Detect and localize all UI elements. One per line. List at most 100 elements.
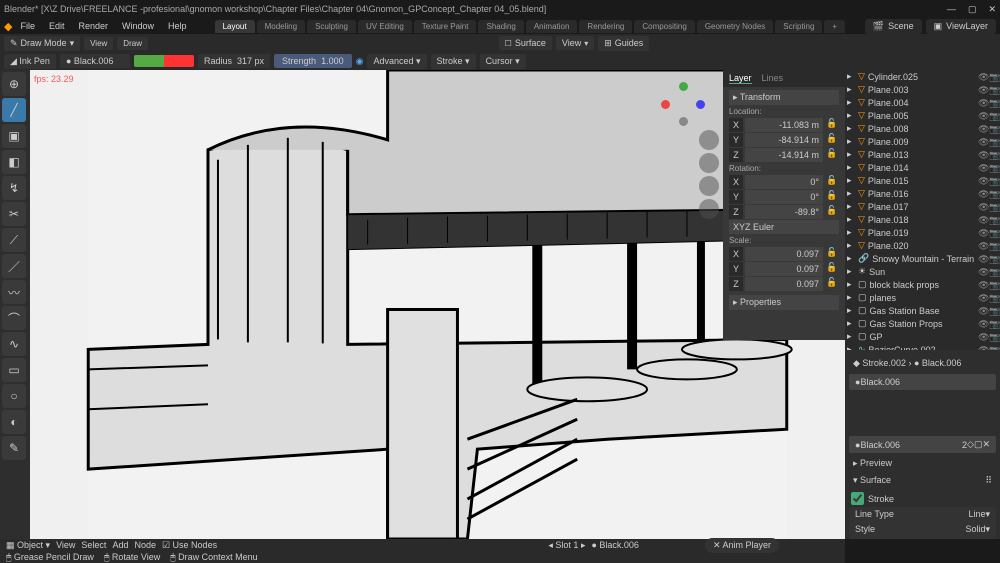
tab-rendering[interactable]: Rendering xyxy=(579,20,632,33)
footer-material[interactable]: ● Black.006 xyxy=(591,540,638,550)
scl-z[interactable]: 0.097 xyxy=(745,277,823,291)
mode-selector[interactable]: ✎Draw Mode▾ xyxy=(4,36,80,51)
rot-y[interactable]: 0° xyxy=(745,190,823,204)
preview-header[interactable]: ▸ Preview xyxy=(849,456,996,471)
lock-icon[interactable]: 🔓 xyxy=(825,118,839,132)
menu-window[interactable]: Window xyxy=(116,21,160,31)
material-slot[interactable]: ● Black.006 xyxy=(60,54,130,68)
transform-header[interactable]: ▸ Transform xyxy=(729,90,839,105)
menu-render[interactable]: Render xyxy=(73,21,115,31)
tab-texpaint[interactable]: Texture Paint xyxy=(414,20,477,33)
surface-toggle[interactable]: ☐ Surface xyxy=(499,36,552,50)
outliner-row[interactable]: ▸▢block black props👁📷 xyxy=(845,278,1000,291)
tool-cutter[interactable]: ✂ xyxy=(2,202,26,226)
outliner-row[interactable]: ▸▢planes👁📷 xyxy=(845,291,1000,304)
outliner[interactable]: ▸▽Cylinder.025👁📷▸▽Plane.003👁📷▸▽Plane.004… xyxy=(845,70,1000,350)
tool-erase[interactable]: ◧ xyxy=(2,150,26,174)
scl-y[interactable]: 0.097 xyxy=(745,262,823,276)
use-nodes[interactable]: ☑ Use Nodes xyxy=(162,540,217,551)
tool-eyedrop[interactable]: ⟋ xyxy=(2,228,26,252)
rot-z[interactable]: -89.8° xyxy=(745,205,823,219)
tool-curve[interactable]: ∿ xyxy=(2,332,26,356)
pan-icon[interactable] xyxy=(699,153,719,173)
rot-x[interactable]: 0° xyxy=(745,175,823,189)
close-icon[interactable]: ✕ xyxy=(988,4,996,15)
outliner-row[interactable]: ▸▽Plane.013👁📷 xyxy=(845,148,1000,161)
brush-preset[interactable]: ◢ Ink Pen xyxy=(4,54,56,69)
style-select[interactable]: StyleSolid ▾ xyxy=(849,522,996,537)
tool-line[interactable]: ／ xyxy=(2,254,26,278)
outliner-row[interactable]: ▸▽Plane.009👁📷 xyxy=(845,135,1000,148)
outliner-row[interactable]: ▸▽Plane.020👁📷 xyxy=(845,239,1000,252)
outliner-row[interactable]: ▸▽Plane.005👁📷 xyxy=(845,109,1000,122)
tool-annotate[interactable]: ✎ xyxy=(2,436,26,460)
tool-cursor[interactable]: ⊕ xyxy=(2,72,26,96)
scene-selector[interactable]: 🎬Scene xyxy=(865,19,922,34)
outliner-row[interactable]: ▸▽Plane.019👁📷 xyxy=(845,226,1000,239)
tool-fill[interactable]: ▣ xyxy=(2,124,26,148)
tool-tint[interactable]: ↯ xyxy=(2,176,26,200)
camera-icon[interactable] xyxy=(699,176,719,196)
outliner-row[interactable]: ▸▢Gas Station Props👁📷 xyxy=(845,317,1000,330)
outliner-row[interactable]: ▸▽Plane.008👁📷 xyxy=(845,122,1000,135)
outliner-row[interactable]: ▸🔗Snowy Mountain - Terrain👁📷 xyxy=(845,252,1000,265)
pressure-icon[interactable]: ◉ xyxy=(356,56,364,67)
rot-mode[interactable]: XYZ Euler xyxy=(729,220,839,234)
linetype-select[interactable]: Line TypeLine ▾ xyxy=(849,507,996,522)
tool-circle[interactable]: ○ xyxy=(2,384,26,408)
tab-compositing[interactable]: Compositing xyxy=(634,20,694,33)
tool-draw[interactable]: ╱ xyxy=(2,98,26,122)
maximize-icon[interactable]: ▢ xyxy=(968,4,977,15)
tab-modeling[interactable]: Modeling xyxy=(257,20,305,33)
crumb-material[interactable]: ● Black.006 xyxy=(914,358,961,368)
tab-layout[interactable]: Layout xyxy=(215,20,255,33)
outliner-row[interactable]: ▸▽Plane.003👁📷 xyxy=(845,83,1000,96)
tool-interpolate[interactable]: ◐ xyxy=(2,410,26,434)
outliner-row[interactable]: ▸∿BezierCurve.002👁📷 xyxy=(845,343,1000,350)
loc-z[interactable]: -14.914 m xyxy=(745,148,823,162)
tab-animation[interactable]: Animation xyxy=(526,20,578,33)
menu-edit[interactable]: Edit xyxy=(43,21,71,31)
outliner-row[interactable]: ▸▽Plane.015👁📷 xyxy=(845,174,1000,187)
tab-add[interactable]: + xyxy=(824,20,845,33)
loc-y[interactable]: -84.914 m xyxy=(745,133,823,147)
scl-x[interactable]: 0.097 xyxy=(745,247,823,261)
footer-add[interactable]: Add xyxy=(112,540,128,550)
advanced-menu[interactable]: Advanced ▾ xyxy=(367,54,426,69)
color-gradient[interactable] xyxy=(134,55,194,67)
npanel-tab-lines[interactable]: Lines xyxy=(762,73,784,84)
footer-view[interactable]: View xyxy=(56,540,75,550)
crumb-stroke[interactable]: ◆ Stroke.002 xyxy=(853,358,906,368)
outliner-row[interactable]: ▸▢Gas Station Base👁📷 xyxy=(845,304,1000,317)
outliner-row[interactable]: ▸▽Plane.017👁📷 xyxy=(845,200,1000,213)
surface-header[interactable]: ▾ Surface⠿ xyxy=(849,473,996,488)
properties-header[interactable]: ▸ Properties xyxy=(729,295,839,310)
outliner-row[interactable]: ▸▽Plane.016👁📷 xyxy=(845,187,1000,200)
tool-arc[interactable]: ⌒ xyxy=(2,306,26,330)
stroke-menu[interactable]: Stroke ▾ xyxy=(431,54,476,69)
outliner-row[interactable]: ▸▽Cylinder.025👁📷 xyxy=(845,70,1000,83)
outliner-row[interactable]: ▸▽Plane.004👁📷 xyxy=(845,96,1000,109)
guides-toggle[interactable]: ⊞Guides xyxy=(598,36,649,51)
zoom-icon[interactable] xyxy=(699,130,719,150)
stroke-checkbox[interactable] xyxy=(851,492,864,505)
object-mode[interactable]: ▦ Object ▾ xyxy=(6,540,50,551)
loc-x[interactable]: -11.083 m xyxy=(745,118,823,132)
viewport[interactable]: fps: 23.29 Layer Lines ▸ Transform Locat… xyxy=(30,70,845,539)
outliner-row[interactable]: ▸▢GP👁📷 xyxy=(845,330,1000,343)
header-view[interactable]: View xyxy=(84,37,113,50)
view-selector[interactable]: View ▾ xyxy=(556,36,594,50)
nav-gizmo[interactable] xyxy=(661,82,705,126)
tab-sculpting[interactable]: Sculpting xyxy=(307,20,356,33)
tab-geonodes[interactable]: Geometry Nodes xyxy=(697,20,773,33)
strength-field[interactable]: Strength 1.000 xyxy=(274,54,352,68)
outliner-row[interactable]: ▸▽Plane.014👁📷 xyxy=(845,161,1000,174)
material-name[interactable]: ● Black.0062 ◇▢✕ xyxy=(849,436,996,453)
tool-polyline[interactable]: 〰 xyxy=(2,280,26,304)
footer-select[interactable]: Select xyxy=(81,540,106,550)
radius-field[interactable]: Radius 317 px xyxy=(198,54,270,68)
minimize-icon[interactable]: — xyxy=(947,4,956,15)
tab-scripting[interactable]: Scripting xyxy=(775,20,822,33)
footer-node[interactable]: Node xyxy=(134,540,156,550)
viewlayer-selector[interactable]: ▣ViewLayer xyxy=(926,19,996,34)
